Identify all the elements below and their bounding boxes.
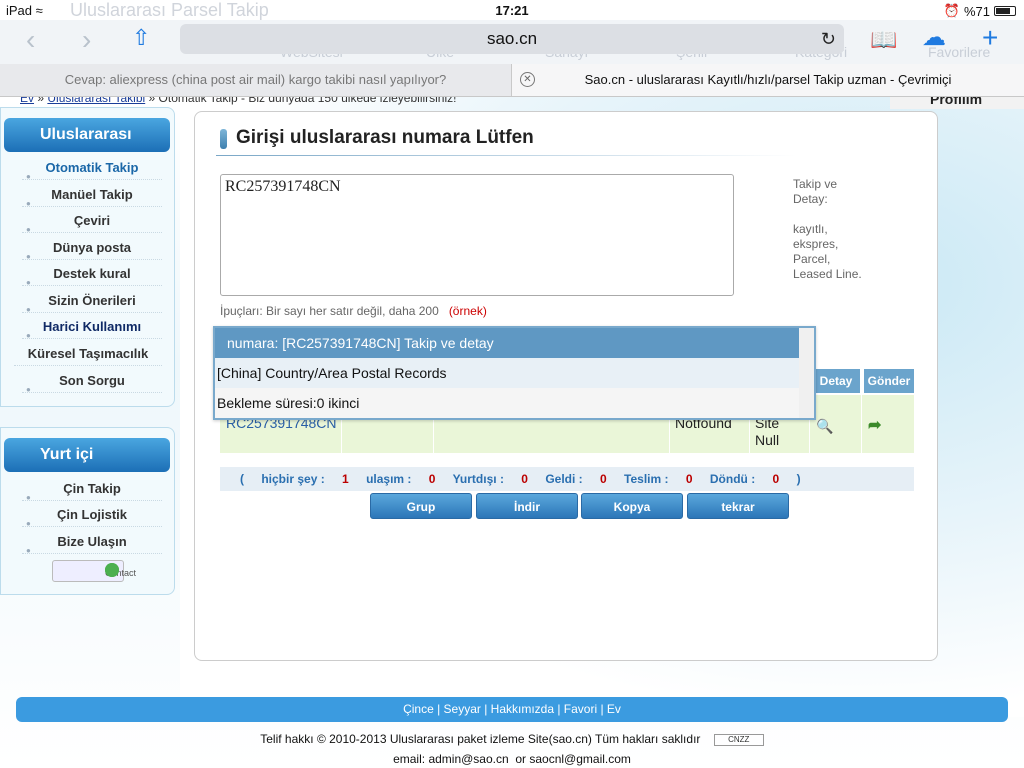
profile-link[interactable]: Profilim — [890, 97, 1024, 109]
messenger-icon — [105, 563, 119, 577]
back-icon[interactable]: ‹ — [26, 26, 35, 54]
tab-active[interactable]: Sao.cn - uluslararası Kayıtlı/hızlı/pars… — [512, 64, 1024, 96]
site-cell: Site Null — [755, 415, 780, 448]
dropdown-item-wait-time: Bekleme süresi:0 ikinci — [215, 388, 799, 418]
sidebar-item-destek-kural[interactable]: ● Destek kural — [22, 262, 162, 287]
sidebar-item-dunya-posta[interactable]: ● Dünya posta — [22, 236, 162, 261]
close-tab-icon[interactable]: ✕ — [520, 72, 535, 87]
breadcrumb-section-link[interactable]: Uluslararası Takibi — [47, 97, 145, 105]
sidebar-international-title: Uluslararası — [4, 118, 170, 152]
input-hint: İpuçları: Bir sayı her satır değil, daha… — [220, 304, 487, 318]
example-link[interactable]: (örnek) — [449, 304, 487, 318]
sidebar-item-ceviri[interactable]: ● Çeviri — [22, 209, 162, 234]
toolbar-ghost-title: Uluslararası Parsel Takip — [70, 0, 269, 20]
dropdown-item-postal-records[interactable]: [China] Country/Area Postal Records — [215, 358, 799, 388]
copy-button[interactable]: Kopya — [581, 493, 683, 519]
dropdown-scrollbar[interactable] — [799, 328, 814, 418]
sidebar-item-manuel-takip[interactable]: ● Manüel Takip — [22, 183, 162, 208]
title-divider — [216, 155, 796, 156]
column-header-detay: Detay — [812, 369, 860, 393]
cnzz-badge[interactable]: CNZZ — [713, 733, 764, 746]
reload-icon[interactable]: ↻ — [821, 24, 836, 54]
group-button[interactable]: Grup — [370, 493, 472, 519]
sidebar-domestic-title: Yurt içi — [4, 438, 170, 472]
sidebar-item-harici-kullanimi[interactable]: ● Harici Kullanımı — [22, 315, 162, 340]
new-tab-icon[interactable]: + — [982, 24, 998, 52]
breadcrumb-rest: » Otomatik Takip - Biz dünyada 150 ülked… — [148, 97, 457, 105]
breadcrumb-home-link[interactable]: Ev — [20, 97, 34, 105]
battery-icon — [994, 6, 1016, 16]
sidebar-item-kuresel-tasimacilik[interactable]: Küresel Taşımacılık — [14, 342, 162, 366]
download-button[interactable]: İndir — [476, 493, 578, 519]
page-title: Girişi uluslararası numara Lütfen — [236, 127, 534, 148]
help-text: Takip ve Detay: kayıtlı, ekspres, Parcel… — [793, 177, 862, 281]
web-page: Ev » Uluslararası Takibi » Otomatik Taki… — [0, 97, 1024, 768]
contact-emails: email: admin@sao.cn or saocnl@gmail.com — [393, 752, 631, 766]
email-link-admin[interactable]: admin@sao.cn — [428, 752, 508, 766]
sidebar-item-cin-takip[interactable]: ● Çin Takip — [22, 477, 162, 502]
send-arrow-icon[interactable]: ➦ — [868, 415, 890, 434]
email-link-gmail[interactable]: saocnl@gmail.com — [529, 752, 631, 766]
column-header-gonder: Gönder — [864, 369, 914, 393]
cloud-tabs-icon[interactable]: ☁ — [922, 24, 946, 52]
footer-links[interactable]: Çince | Seyyar | Hakkımızda | Favori | E… — [16, 697, 1008, 722]
sidebar-item-sizin-onerileri[interactable]: ● Sizin Önerileri — [22, 289, 162, 314]
dropdown-header[interactable]: numara: [RC257391748CN] Takip ve detay — [215, 328, 799, 358]
breadcrumb: Ev » Uluslararası Takibi » Otomatik Taki… — [20, 97, 456, 105]
suggestion-dropdown: numara: [RC257391748CN] Takip ve detay [… — [213, 326, 816, 420]
tracking-number-input[interactable]: RC257391748CN — [220, 174, 734, 296]
battery-status: ⏰ %71 — [944, 3, 1016, 19]
sidebar-item-bize-ulasin[interactable]: ● Bize Ulaşın — [22, 530, 162, 555]
copyright: Telif hakkı © 2010-2013 Uluslararası pak… — [0, 732, 1024, 746]
magnifier-icon[interactable]: 🔍 — [816, 418, 833, 434]
status-counts: ( hiçbir şey : 1 ulaşım : 0 Yurtdışı : 0… — [220, 467, 914, 491]
forward-icon[interactable]: › — [82, 26, 91, 54]
contact-badge[interactable]: Contact — [52, 560, 136, 582]
sidebar-item-cin-lojistik[interactable]: ● Çin Lojistik — [22, 503, 162, 528]
browser-toolbar: Uluslararası Parsel Takip WebSitesi Ülke… — [0, 0, 1024, 64]
bookmarks-icon[interactable]: 📖 — [870, 26, 897, 54]
tab-inactive[interactable]: Cevap: aliexpress (china post air mail) … — [0, 64, 512, 96]
retry-button[interactable]: tekrar — [687, 493, 789, 519]
url-field[interactable]: sao.cn ↻ — [180, 24, 844, 54]
alarm-icon: ⏰ — [943, 3, 960, 18]
title-marker-icon — [220, 129, 227, 149]
sidebar-item-otomatik-takip[interactable]: ● Otomatik Takip — [22, 156, 162, 181]
tab-bar: Cevap: aliexpress (china post air mail) … — [0, 64, 1024, 97]
share-icon[interactable]: ⇧ — [132, 24, 150, 52]
sidebar-item-son-sorgu[interactable]: ● Son Sorgu — [22, 369, 162, 394]
